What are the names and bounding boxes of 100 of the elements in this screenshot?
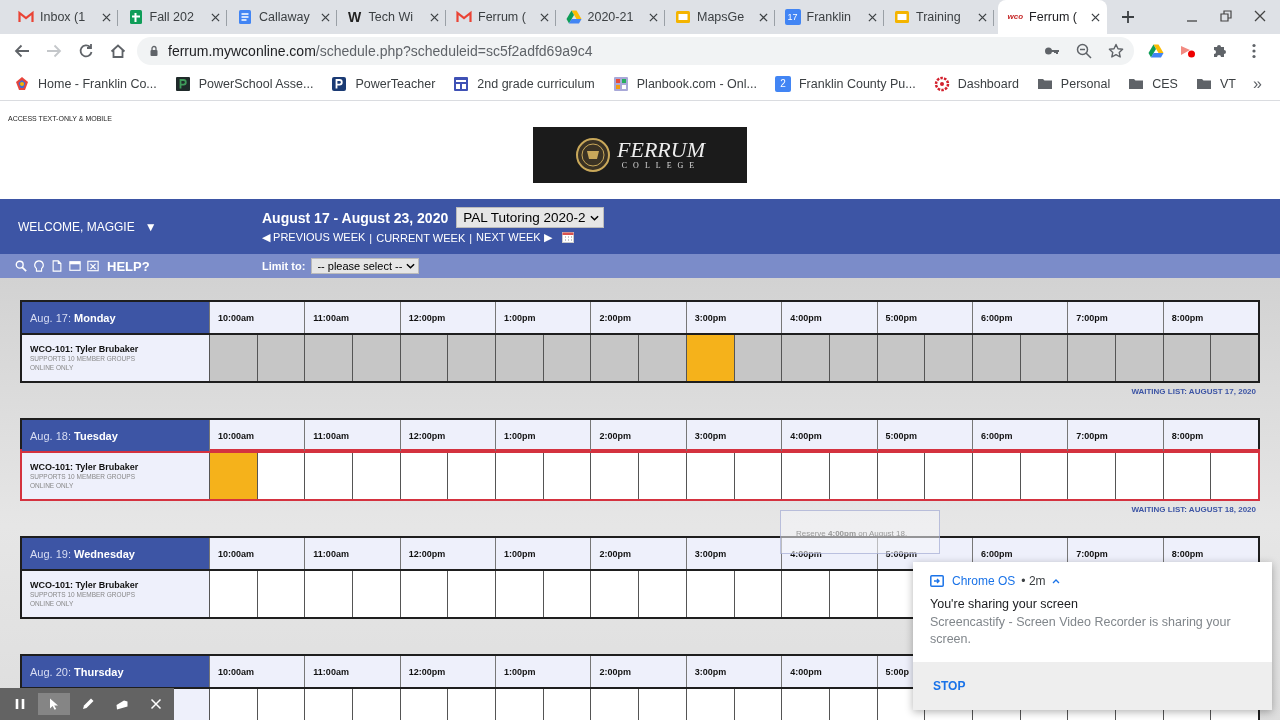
time-slot[interactable] [495, 453, 543, 499]
close-icon[interactable] [539, 12, 549, 22]
time-slot[interactable] [542, 335, 591, 381]
time-slot[interactable] [1067, 453, 1115, 499]
close-icon[interactable] [430, 12, 439, 22]
waiting-list-link[interactable]: WAITING LIST: AUGUST 17, 2020 [1131, 387, 1256, 396]
time-slot[interactable] [304, 571, 353, 617]
time-slot[interactable] [1019, 453, 1068, 499]
time-slot[interactable] [256, 453, 305, 499]
time-slot[interactable] [256, 335, 305, 381]
time-slot[interactable] [828, 571, 877, 617]
browser-tab[interactable]: Inbox (1 [8, 2, 118, 32]
time-slot[interactable] [1114, 335, 1163, 381]
close-icon[interactable] [320, 12, 330, 22]
time-slot[interactable] [685, 453, 734, 499]
browser-tab[interactable]: 2020-21 [555, 2, 665, 32]
time-slot[interactable] [828, 453, 877, 499]
time-slot[interactable] [399, 335, 448, 381]
time-slot[interactable] [781, 335, 829, 381]
time-slot[interactable] [447, 571, 496, 617]
week-link[interactable]: CURRENT WEEK [376, 231, 466, 244]
time-slot[interactable] [1210, 335, 1258, 381]
browser-tab[interactable]: MapsGe [665, 2, 775, 32]
time-slot[interactable] [352, 335, 400, 381]
browser-tab[interactable]: Callaway [227, 2, 337, 32]
time-slot[interactable] [685, 571, 734, 617]
limit-dropdown[interactable]: -- please select -- [311, 258, 420, 274]
time-slot[interactable] [1162, 335, 1211, 381]
week-link[interactable]: ◀ PREVIOUS WEEK [262, 231, 366, 244]
time-slot[interactable] [1114, 453, 1163, 499]
lightbulb-icon[interactable] [33, 260, 45, 272]
recorder-icon[interactable] [1180, 43, 1196, 59]
close-icon[interactable] [868, 12, 877, 22]
time-slot[interactable] [638, 453, 686, 499]
zoom-out-icon[interactable] [1076, 43, 1092, 59]
time-slot[interactable] [304, 335, 353, 381]
close-icon[interactable] [758, 12, 768, 22]
browser-tab[interactable]: 17 Franklin [774, 2, 884, 32]
close-icon[interactable] [649, 12, 658, 22]
bookmark-item[interactable]: Planbook.com - Onl... [612, 76, 757, 92]
bookmark-item[interactable]: VT [1195, 76, 1236, 92]
caret-up-icon[interactable] [1051, 578, 1060, 584]
time-slot[interactable] [876, 453, 925, 499]
time-slot[interactable] [352, 571, 400, 617]
time-slot[interactable] [447, 335, 496, 381]
reload-icon[interactable] [78, 43, 94, 59]
close-icon[interactable] [1254, 10, 1266, 22]
time-slot[interactable] [1162, 453, 1211, 499]
search-icon[interactable] [15, 260, 27, 272]
pointer-button[interactable] [38, 693, 70, 715]
time-slot[interactable] [828, 335, 877, 381]
time-slot[interactable] [1210, 453, 1258, 499]
browser-tab[interactable]: Fall 202 [117, 2, 227, 32]
dropdown-caret[interactable]: ▼ [144, 219, 157, 234]
time-slot[interactable] [542, 453, 591, 499]
time-slot[interactable] [590, 571, 639, 617]
time-slot[interactable] [971, 335, 1020, 381]
time-slot[interactable] [924, 335, 972, 381]
document-icon[interactable] [51, 260, 63, 272]
puzzle-icon[interactable] [1212, 43, 1228, 59]
browser-tab[interactable]: Ferrum ( [446, 2, 556, 32]
time-slot[interactable] [638, 571, 686, 617]
time-slot[interactable] [447, 453, 496, 499]
time-slot[interactable] [971, 453, 1020, 499]
time-slot[interactable] [256, 571, 305, 617]
welcome-menu[interactable]: WELCOME, MAGGIE [18, 219, 135, 234]
time-slot[interactable] [1019, 335, 1068, 381]
close-icon[interactable] [1091, 12, 1100, 22]
close-icon[interactable] [977, 12, 987, 22]
close-icon[interactable] [101, 12, 111, 22]
time-slot[interactable] [304, 453, 353, 499]
bookmark-item[interactable]: Home - Franklin Co... [14, 76, 157, 92]
close-box-icon[interactable] [87, 260, 99, 272]
triangle-logo-icon[interactable] [1148, 43, 1164, 59]
time-slot[interactable] [876, 335, 925, 381]
calendar-icon[interactable] [561, 232, 574, 243]
bookmark-item[interactable]: Personal [1036, 76, 1111, 92]
time-slot[interactable] [399, 453, 448, 499]
bookmark-item[interactable]: CES [1128, 76, 1178, 92]
time-slot[interactable] [209, 335, 257, 381]
time-slot[interactable] [590, 453, 639, 499]
time-slot[interactable] [733, 335, 782, 381]
time-slot[interactable] [495, 571, 543, 617]
bookmark-item[interactable]: 2 Franklin County Pu... [774, 76, 916, 92]
bookmark-item[interactable]: PowerSchool Asse... [174, 76, 314, 92]
schedule-dropdown[interactable]: PAL Tutoring 2020-2 [456, 207, 604, 228]
time-slot[interactable] [209, 453, 257, 499]
time-slot[interactable] [352, 453, 400, 499]
week-link[interactable]: NEXT WEEK ▶ [476, 231, 552, 244]
time-slot[interactable] [781, 571, 829, 617]
waiting-list-link[interactable]: WAITING LIST: AUGUST 18, 2020 [1131, 505, 1256, 514]
time-slot[interactable] [733, 453, 782, 499]
time-slot[interactable] [1067, 335, 1115, 381]
time-slot[interactable] [590, 335, 639, 381]
time-slot[interactable] [733, 571, 782, 617]
close-icon[interactable] [211, 12, 220, 22]
restore-icon[interactable] [1220, 10, 1232, 22]
menu-icon[interactable] [1252, 43, 1256, 59]
time-slot[interactable] [638, 335, 686, 381]
time-slot[interactable] [399, 571, 448, 617]
